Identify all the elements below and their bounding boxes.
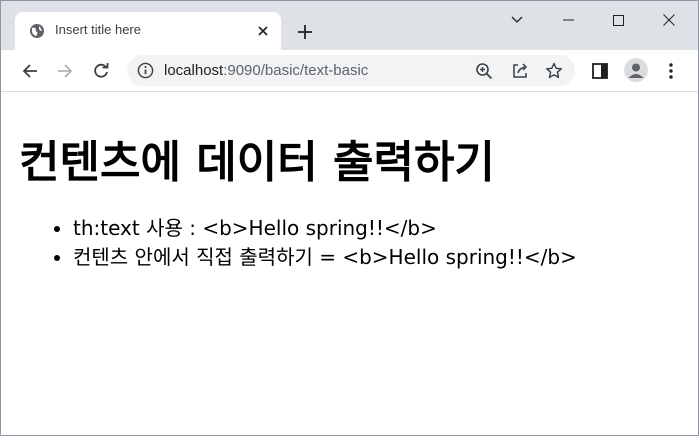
close-icon — [663, 14, 675, 26]
browser-toolbar: localhost:9090/basic/text-basic — [1, 50, 698, 92]
tab-search-button[interactable] — [494, 7, 540, 33]
plus-icon — [298, 25, 312, 39]
profile-avatar[interactable] — [624, 58, 648, 82]
list-item: th:text 사용 : <b>Hello spring!!</b> — [73, 214, 577, 243]
tab-close-button[interactable] — [253, 21, 273, 41]
info-icon[interactable] — [137, 62, 154, 79]
content-list: th:text 사용 : <b>Hello spring!!</b> 컨텐츠 안… — [43, 214, 577, 272]
new-tab-button[interactable] — [293, 20, 317, 44]
maximize-button[interactable] — [595, 7, 641, 33]
url-text[interactable]: localhost:9090/basic/text-basic — [164, 62, 368, 79]
url-host: localhost — [164, 62, 224, 79]
address-bar[interactable]: localhost:9090/basic/text-basic — [127, 55, 575, 86]
star-icon — [546, 62, 562, 79]
bookmark-button[interactable] — [543, 60, 565, 82]
forward-button[interactable] — [52, 58, 78, 84]
page-content: 컨텐츠에 데이터 출력하기 th:text 사용 : <b>Hello spri… — [1, 92, 698, 435]
zoom-in-icon — [476, 63, 493, 80]
side-panel-button[interactable] — [587, 58, 613, 84]
page-heading: 컨텐츠에 데이터 출력하기 — [19, 137, 495, 188]
browser-window: Insert title here localhost:9090/basic/t… — [0, 0, 699, 436]
arrow-right-icon — [58, 64, 73, 78]
list-item: 컨텐츠 안에서 직접 출력하기 = <b>Hello spring!!</b> — [73, 243, 577, 272]
close-icon — [258, 26, 268, 36]
more-vert-icon — [669, 63, 673, 79]
side-panel-icon — [592, 63, 608, 79]
share-button[interactable] — [509, 60, 531, 82]
tab-title: Insert title here — [55, 22, 141, 37]
arrow-left-icon — [22, 64, 37, 78]
share-icon — [513, 63, 528, 78]
tab-strip: Insert title here — [1, 1, 698, 50]
reload-icon — [94, 63, 109, 78]
minimize-button[interactable] — [545, 7, 591, 33]
close-window-button[interactable] — [646, 7, 692, 33]
back-button[interactable] — [17, 58, 43, 84]
zoom-button[interactable] — [473, 60, 495, 82]
person-icon — [628, 63, 644, 78]
url-path: :9090/basic/text-basic — [223, 62, 369, 79]
minimize-icon — [562, 19, 574, 21]
maximize-icon — [612, 14, 624, 26]
reload-button[interactable] — [88, 58, 114, 84]
browser-tab[interactable]: Insert title here — [15, 12, 281, 50]
globe-icon — [30, 24, 44, 38]
chevron-down-icon — [511, 16, 523, 23]
menu-button[interactable] — [658, 58, 684, 84]
